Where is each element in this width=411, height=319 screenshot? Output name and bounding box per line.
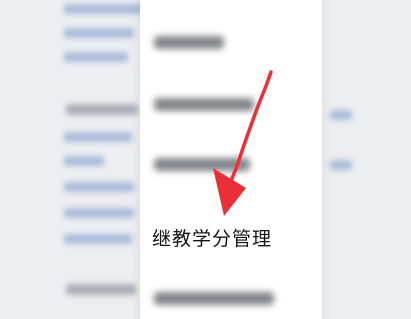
screenshot-stage: 继教学分管理 xyxy=(0,0,411,319)
arrow-shaft xyxy=(229,70,273,183)
arrow-head xyxy=(213,168,246,216)
red-arrow-annotation xyxy=(213,70,273,216)
